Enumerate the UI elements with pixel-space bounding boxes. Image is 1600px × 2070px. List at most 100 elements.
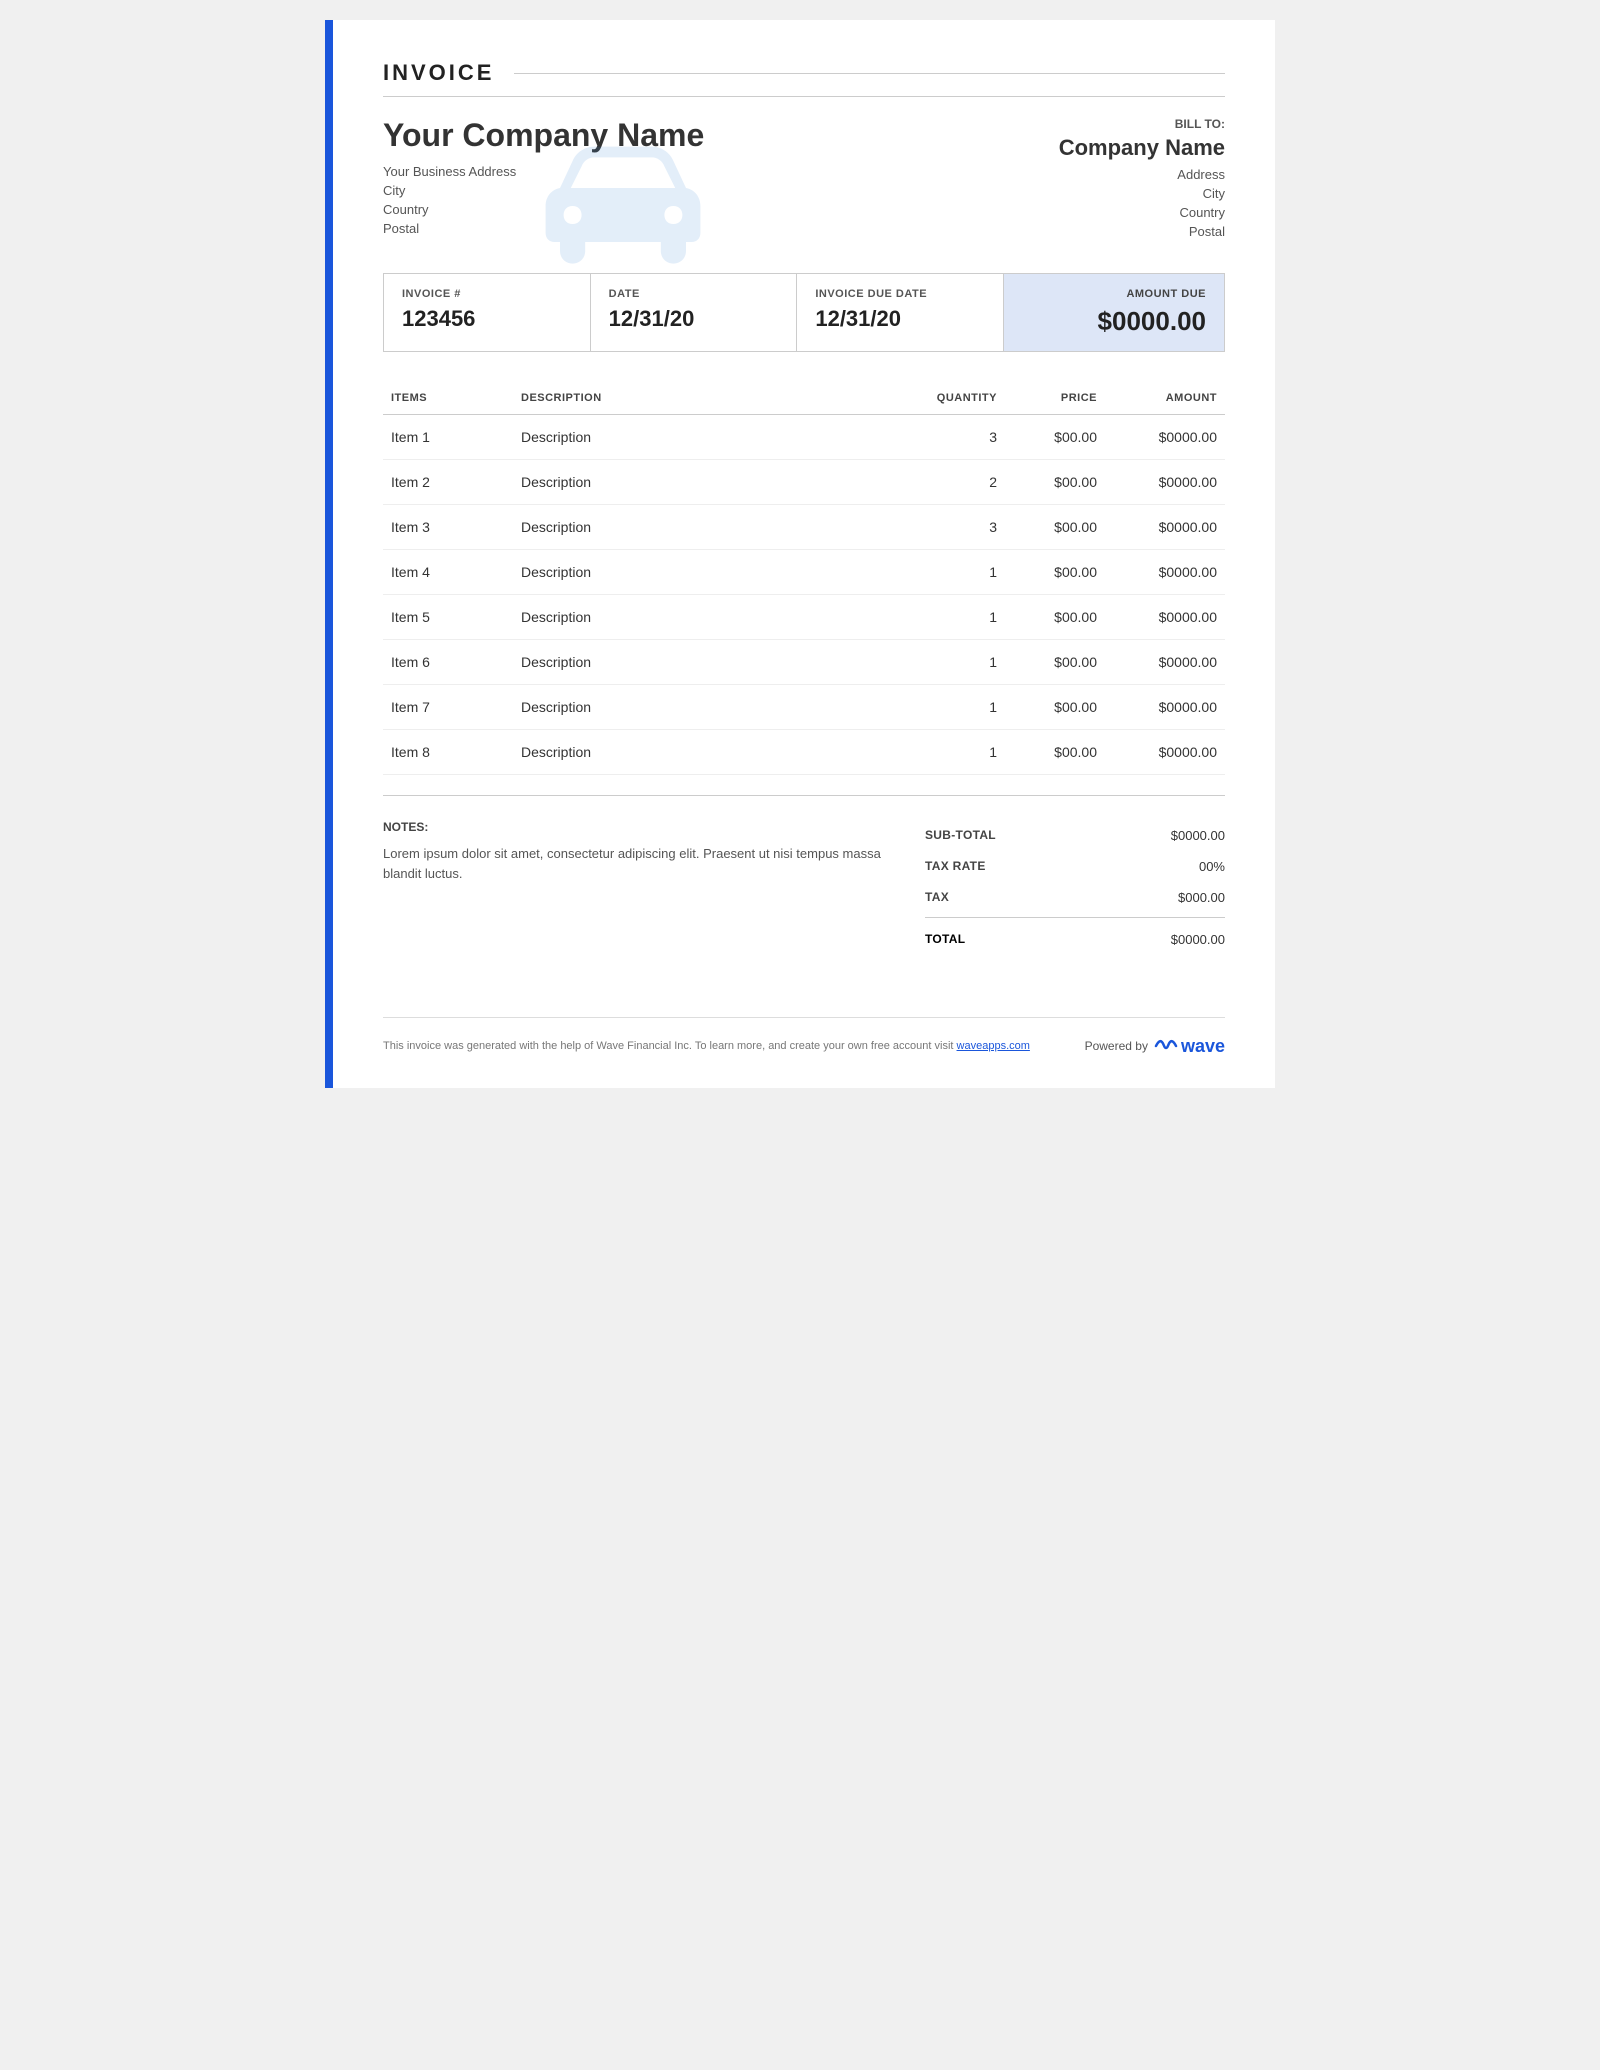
totals-divider xyxy=(925,917,1225,918)
item-qty-7: 1 xyxy=(905,685,1005,730)
bill-country: Country xyxy=(1005,205,1225,220)
meta-due-date: INVOICE DUE DATE 12/31/20 xyxy=(797,274,1003,351)
item-amount-1: $0000.00 xyxy=(1105,415,1225,460)
table-row: Item 1 Description 3 $00.00 $0000.00 xyxy=(383,415,1225,460)
powered-label: Powered by xyxy=(1085,1039,1148,1053)
item-amount-5: $0000.00 xyxy=(1105,595,1225,640)
car-icon xyxy=(533,107,713,287)
item-qty-2: 2 xyxy=(905,460,1005,505)
item-qty-4: 1 xyxy=(905,550,1005,595)
col-header-price: PRICE xyxy=(1005,382,1105,415)
item-qty-3: 3 xyxy=(905,505,1005,550)
invoice-number-value: 123456 xyxy=(402,306,572,332)
tax-rate-value: 00% xyxy=(1199,859,1225,874)
table-row: Item 2 Description 2 $00.00 $0000.00 xyxy=(383,460,1225,505)
invoice-title-row: INVOICE xyxy=(383,60,1225,97)
items-table: ITEMS DESCRIPTION QUANTITY PRICE AMOUNT … xyxy=(383,382,1225,775)
footer-section: NOTES: Lorem ipsum dolor sit amet, conse… xyxy=(383,795,1225,957)
table-row: Item 4 Description 1 $00.00 $0000.00 xyxy=(383,550,1225,595)
item-name-4: Item 4 xyxy=(383,550,513,595)
powered-by: Powered by wave xyxy=(1085,1034,1225,1058)
table-row: Item 3 Description 3 $00.00 $0000.00 xyxy=(383,505,1225,550)
total-row: TOTAL $0000.00 xyxy=(925,922,1225,957)
footer-text: This invoice was generated with the help… xyxy=(383,1040,1030,1052)
total-value: $0000.00 xyxy=(1171,932,1225,947)
date-value: 12/31/20 xyxy=(609,306,779,332)
car-icon-container xyxy=(533,107,713,292)
tax-label: TAX xyxy=(925,890,949,905)
invoice-page: INVOICE Your Company Name Your Business … xyxy=(325,20,1275,1088)
item-name-8: Item 8 xyxy=(383,730,513,775)
table-row: Item 7 Description 1 $00.00 $0000.00 xyxy=(383,685,1225,730)
recipient-info: BILL TO: Company Name Address City Count… xyxy=(1005,117,1225,243)
notes-section: NOTES: Lorem ipsum dolor sit amet, conse… xyxy=(383,820,925,957)
total-label: TOTAL xyxy=(925,932,965,947)
item-price-3: $00.00 xyxy=(1005,505,1105,550)
item-price-6: $00.00 xyxy=(1005,640,1105,685)
item-price-5: $00.00 xyxy=(1005,595,1105,640)
col-header-quantity: QUANTITY xyxy=(905,382,1005,415)
item-amount-2: $0000.00 xyxy=(1105,460,1225,505)
bill-address: Address xyxy=(1005,167,1225,182)
item-qty-8: 1 xyxy=(905,730,1005,775)
invoice-content: INVOICE Your Company Name Your Business … xyxy=(333,20,1275,1088)
item-desc-6: Description xyxy=(513,640,905,685)
item-desc-7: Description xyxy=(513,685,905,730)
table-header-row: ITEMS DESCRIPTION QUANTITY PRICE AMOUNT xyxy=(383,382,1225,415)
item-desc-8: Description xyxy=(513,730,905,775)
item-name-7: Item 7 xyxy=(383,685,513,730)
tax-row: TAX $000.00 xyxy=(925,882,1225,913)
item-amount-3: $0000.00 xyxy=(1105,505,1225,550)
item-price-8: $00.00 xyxy=(1005,730,1105,775)
item-desc-3: Description xyxy=(513,505,905,550)
item-desc-2: Description xyxy=(513,460,905,505)
item-name-5: Item 5 xyxy=(383,595,513,640)
item-amount-6: $0000.00 xyxy=(1105,640,1225,685)
due-date-value: 12/31/20 xyxy=(815,306,985,332)
title-divider xyxy=(514,73,1225,74)
notes-text: Lorem ipsum dolor sit amet, consectetur … xyxy=(383,844,885,883)
footer-text-content: This invoice was generated with the help… xyxy=(383,1040,953,1052)
bill-company-name: Company Name xyxy=(1005,135,1225,161)
meta-amount-due: AMOUNT DUE $0000.00 xyxy=(1004,274,1224,351)
col-header-items: ITEMS xyxy=(383,382,513,415)
item-name-3: Item 3 xyxy=(383,505,513,550)
item-name-1: Item 1 xyxy=(383,415,513,460)
subtotal-label: SUB-TOTAL xyxy=(925,828,996,843)
item-name-2: Item 2 xyxy=(383,460,513,505)
item-amount-4: $0000.00 xyxy=(1105,550,1225,595)
table-row: Item 8 Description 1 $00.00 $0000.00 xyxy=(383,730,1225,775)
wave-logo-icon xyxy=(1154,1034,1178,1058)
tax-value: $000.00 xyxy=(1178,890,1225,905)
item-desc-5: Description xyxy=(513,595,905,640)
item-amount-8: $0000.00 xyxy=(1105,730,1225,775)
item-qty-5: 1 xyxy=(905,595,1005,640)
subtotal-row: SUB-TOTAL $0000.00 xyxy=(925,820,1225,851)
col-header-description: DESCRIPTION xyxy=(513,382,905,415)
item-price-4: $00.00 xyxy=(1005,550,1105,595)
bill-city: City xyxy=(1005,186,1225,201)
tax-rate-row: TAX RATE 00% xyxy=(925,851,1225,882)
invoice-title: INVOICE xyxy=(383,60,494,86)
tax-rate-label: TAX RATE xyxy=(925,859,986,874)
amount-due-label: AMOUNT DUE xyxy=(1022,288,1206,300)
item-qty-1: 3 xyxy=(905,415,1005,460)
wave-logo: wave xyxy=(1154,1034,1225,1058)
item-price-2: $00.00 xyxy=(1005,460,1105,505)
wave-brand-text: wave xyxy=(1181,1036,1225,1057)
header-section: Your Company Name Your Business Address … xyxy=(383,117,1225,243)
item-price-1: $00.00 xyxy=(1005,415,1105,460)
bottom-bar: This invoice was generated with the help… xyxy=(383,1017,1225,1058)
bill-to-label: BILL TO: xyxy=(1005,117,1225,131)
col-header-amount: AMOUNT xyxy=(1105,382,1225,415)
subtotal-value: $0000.00 xyxy=(1171,828,1225,843)
item-amount-7: $0000.00 xyxy=(1105,685,1225,730)
item-desc-4: Description xyxy=(513,550,905,595)
amount-due-value: $0000.00 xyxy=(1022,306,1206,337)
totals-section: SUB-TOTAL $0000.00 TAX RATE 00% TAX $000… xyxy=(925,820,1225,957)
item-qty-6: 1 xyxy=(905,640,1005,685)
invoice-meta: INVOICE # 123456 DATE 12/31/20 INVOICE D… xyxy=(383,273,1225,352)
waveapps-link[interactable]: waveapps.com xyxy=(957,1040,1030,1052)
item-price-7: $00.00 xyxy=(1005,685,1105,730)
bill-postal: Postal xyxy=(1005,224,1225,239)
